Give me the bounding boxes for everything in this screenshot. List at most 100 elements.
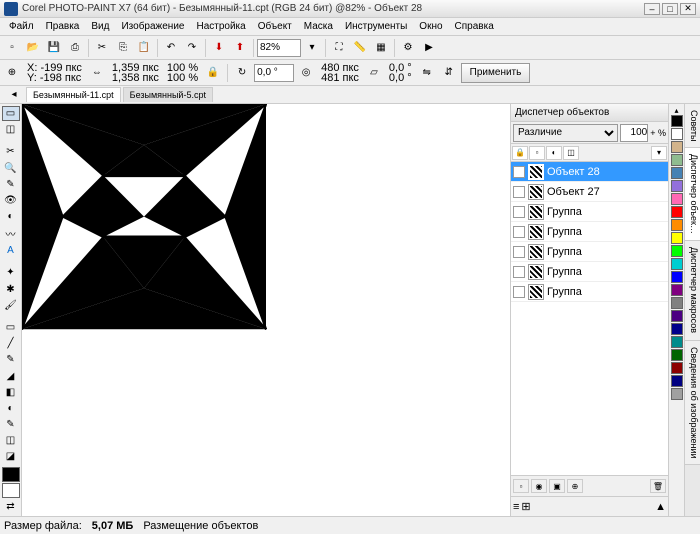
zoom-input[interactable] — [257, 39, 301, 57]
opacity-input[interactable] — [620, 124, 648, 142]
color-swatch[interactable] — [671, 297, 683, 309]
copy-icon[interactable]: ⎘ — [113, 38, 133, 58]
color-swatch[interactable] — [671, 193, 683, 205]
tab-doc-2[interactable]: Безымянный-5.cpt — [123, 87, 213, 102]
color-swatch[interactable] — [671, 232, 683, 244]
touchup-tool-icon[interactable]: ◐ — [2, 209, 20, 224]
flip-v-icon[interactable]: ⇵ — [439, 63, 459, 83]
swap-colors-icon[interactable]: ⇄ — [2, 499, 20, 514]
clone-tool-icon[interactable]: ✎ — [2, 177, 20, 192]
visibility-icon[interactable] — [513, 186, 525, 198]
skew-icon[interactable]: ▱ — [364, 63, 384, 83]
layer-new-icon[interactable]: ▫ — [529, 146, 545, 160]
bg-color-swatch[interactable] — [2, 483, 20, 498]
zoom-dropdown-icon[interactable]: ▾ — [302, 38, 322, 58]
import-icon[interactable]: ⬇ — [209, 38, 229, 58]
menu-window[interactable]: Окно — [414, 19, 447, 34]
pick-tool-icon[interactable]: ▭ — [2, 106, 20, 121]
combine-icon[interactable]: ⊕ — [567, 479, 583, 493]
mask-rect-icon[interactable]: ◫ — [2, 122, 20, 137]
lock-ratio-icon[interactable]: 🔒 — [203, 63, 223, 83]
menu-tools[interactable]: Инструменты — [340, 19, 412, 34]
order-icon[interactable]: ▲ — [655, 501, 666, 513]
color-swatch[interactable] — [671, 271, 683, 283]
menu-mask[interactable]: Маска — [299, 19, 338, 34]
tab-doc-1[interactable]: Безымянный-11.cpt — [26, 87, 121, 102]
fill-tool-icon[interactable]: ◢ — [2, 368, 20, 383]
delete-object-icon[interactable]: 🗑 — [650, 479, 666, 493]
sidetab-objmgr[interactable]: Диспетчер объек… — [685, 148, 700, 241]
new-icon[interactable]: ▫ — [2, 38, 22, 58]
rectangle-tool-icon[interactable]: ▭ — [2, 320, 20, 335]
color-swatch[interactable] — [671, 362, 683, 374]
save-icon[interactable]: 💾 — [44, 38, 64, 58]
eyedropper-tool-icon[interactable]: ✎ — [2, 417, 20, 432]
paste-icon[interactable]: 📋 — [134, 38, 154, 58]
maximize-button[interactable]: □ — [662, 3, 678, 15]
menu-file[interactable]: Файл — [4, 19, 39, 34]
visibility-icon[interactable] — [513, 206, 525, 218]
menu-object[interactable]: Объект — [253, 19, 297, 34]
color-swatch[interactable] — [671, 219, 683, 231]
palette-up-icon[interactable]: ▴ — [674, 106, 678, 115]
effect-tool-icon[interactable]: ✦ — [2, 265, 20, 280]
rotate-icon[interactable]: ↻ — [232, 63, 252, 83]
color-swatch[interactable] — [671, 154, 683, 166]
distribute-icon[interactable]: ⊞ — [521, 500, 530, 513]
menu-image[interactable]: Изображение — [116, 19, 189, 34]
fullscreen-icon[interactable]: ⛶ — [329, 38, 349, 58]
interactive-fill-icon[interactable]: ◧ — [2, 385, 20, 400]
layer-row[interactable]: Объект 28 — [511, 162, 668, 182]
menu-edit[interactable]: Правка — [41, 19, 85, 34]
color-swatch[interactable] — [671, 180, 683, 192]
eraser-tool-icon[interactable]: ◫ — [2, 433, 20, 448]
color-swatch[interactable] — [671, 141, 683, 153]
visibility-icon[interactable] — [513, 246, 525, 258]
new-lens-icon[interactable]: ◉ — [531, 479, 547, 493]
tab-prev-icon[interactable]: ◂ — [4, 85, 24, 105]
open-icon[interactable]: 📂 — [23, 38, 43, 58]
launcher-icon[interactable]: ▶ — [419, 38, 439, 58]
color-swatch[interactable] — [671, 284, 683, 296]
color-swatch[interactable] — [671, 245, 683, 257]
options-icon[interactable]: ⚙ — [398, 38, 418, 58]
menu-adjust[interactable]: Настройка — [191, 19, 250, 34]
liquid-tool-icon[interactable]: 〰 — [2, 225, 20, 242]
blend-mode-select[interactable]: Различие — [513, 124, 618, 142]
color-swatch[interactable] — [671, 115, 683, 127]
color-swatch[interactable] — [671, 336, 683, 348]
ruler-icon[interactable]: 📏 — [350, 38, 370, 58]
sidetab-macros[interactable]: Диспетчер макросов — [685, 241, 700, 340]
apply-button[interactable]: Применить — [461, 63, 531, 83]
flip-h-icon[interactable]: ⇋ — [417, 63, 437, 83]
layer-mask-icon[interactable]: ◐ — [546, 146, 562, 160]
color-swatch[interactable] — [671, 128, 683, 140]
layer-row[interactable]: Объект 27 — [511, 182, 668, 202]
crop-tool-icon[interactable]: ✂ — [2, 144, 20, 159]
layer-row[interactable]: Группа — [511, 222, 668, 242]
minimize-button[interactable]: – — [644, 3, 660, 15]
undo-icon[interactable]: ↶ — [161, 38, 181, 58]
export-icon[interactable]: ⬆ — [230, 38, 250, 58]
redeye-tool-icon[interactable]: 👁 — [2, 193, 20, 208]
dropshadow-tool-icon[interactable]: ◪ — [2, 449, 20, 464]
menu-view[interactable]: Вид — [86, 19, 114, 34]
visibility-icon[interactable] — [513, 226, 525, 238]
spray-tool-icon[interactable]: ✱ — [2, 282, 20, 297]
cut-icon[interactable]: ✂ — [92, 38, 112, 58]
print-icon[interactable]: ⎙ — [65, 38, 85, 58]
layer-lock-icon[interactable]: 🔒 — [512, 146, 528, 160]
new-object-icon[interactable]: ▫ — [513, 479, 529, 493]
close-button[interactable]: ✕ — [680, 3, 696, 15]
color-swatch[interactable] — [671, 388, 683, 400]
color-swatch[interactable] — [671, 310, 683, 322]
fg-color-swatch[interactable] — [2, 467, 20, 482]
color-swatch[interactable] — [671, 167, 683, 179]
visibility-icon[interactable] — [513, 166, 525, 178]
redo-icon[interactable]: ↷ — [182, 38, 202, 58]
rotation-input[interactable] — [254, 64, 294, 82]
size-icon[interactable]: ⇔ — [87, 63, 107, 83]
text-tool-icon[interactable]: A — [2, 243, 20, 258]
menu-help[interactable]: Справка — [450, 19, 499, 34]
visibility-icon[interactable] — [513, 286, 525, 298]
